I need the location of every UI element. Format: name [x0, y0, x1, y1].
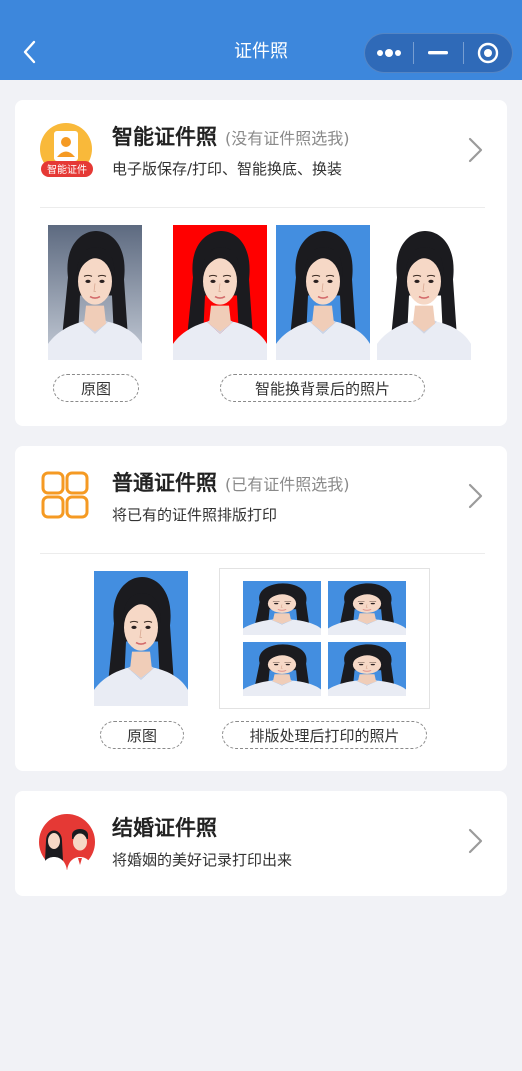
layout-photo	[328, 581, 406, 635]
card-title: 普通证件照 (已有证件照选我)	[112, 468, 350, 500]
minimize-button[interactable]	[414, 34, 462, 72]
layout-photo	[243, 642, 321, 696]
close-button[interactable]	[464, 34, 512, 72]
original-photo	[48, 225, 142, 360]
smart-id-photo-entry[interactable]: 智能证件 智能证件照 (没有证件照选我) 电子版保存/打印、智能换底、换装	[15, 100, 507, 205]
smart-id-photo-card: 智能证件 智能证件照 (没有证件照选我) 电子版保存/打印、智能换底、换装 原图 …	[15, 100, 507, 426]
normal-id-photo-entry[interactable]: 普通证件照 (已有证件照选我) 将已有的证件照排版打印	[15, 446, 507, 551]
chevron-right-icon	[468, 483, 483, 509]
print-layout-sheet	[219, 568, 430, 709]
card-title-text: 结婚证件照	[112, 816, 217, 840]
card-title-hint: (没有证件照选我)	[225, 129, 350, 148]
chevron-right-icon	[468, 137, 483, 163]
card-subtitle: 电子版保存/打印、智能换底、换装	[112, 160, 343, 178]
chevron-right-icon	[468, 828, 483, 854]
result-label: 排版处理后打印的照片	[222, 721, 427, 749]
blue-background-photo	[276, 225, 370, 360]
target-icon	[477, 42, 499, 64]
layout-photo	[328, 642, 406, 696]
more-button[interactable]	[365, 34, 413, 72]
more-dots-icon	[377, 49, 402, 57]
couple-icon	[38, 813, 96, 871]
divider	[40, 553, 485, 554]
smart-id-badge-text: 智能证件	[47, 163, 87, 176]
wedding-id-photo-card[interactable]: 结婚证件照 将婚姻的美好记录打印出来	[15, 791, 507, 896]
nav-bar: 证件照	[0, 0, 522, 80]
layout-photo	[243, 581, 321, 635]
smart-id-badge-icon: 智能证件	[38, 122, 96, 180]
card-title-text: 普通证件照	[112, 471, 217, 495]
card-subtitle: 将婚姻的美好记录打印出来	[112, 851, 293, 869]
original-label: 原图	[100, 721, 184, 749]
mini-program-capsule	[364, 33, 513, 73]
red-background-photo	[173, 225, 267, 360]
result-label: 智能换背景后的照片	[220, 374, 425, 402]
normal-id-photo-card: 普通证件照 (已有证件照选我) 将已有的证件照排版打印 原图 排版处理后打印的照片	[15, 446, 507, 771]
divider	[40, 207, 485, 208]
card-title: 智能证件照 (没有证件照选我)	[112, 122, 350, 154]
grid-layout-icon	[38, 468, 96, 526]
white-background-photo	[377, 225, 471, 360]
card-title: 结婚证件照	[112, 813, 217, 843]
minus-icon	[428, 51, 449, 55]
card-title-text: 智能证件照	[112, 125, 217, 149]
card-subtitle: 将已有的证件照排版打印	[112, 506, 278, 524]
original-photo	[94, 571, 188, 706]
card-title-hint: (已有证件照选我)	[225, 475, 350, 494]
original-label: 原图	[53, 374, 139, 402]
